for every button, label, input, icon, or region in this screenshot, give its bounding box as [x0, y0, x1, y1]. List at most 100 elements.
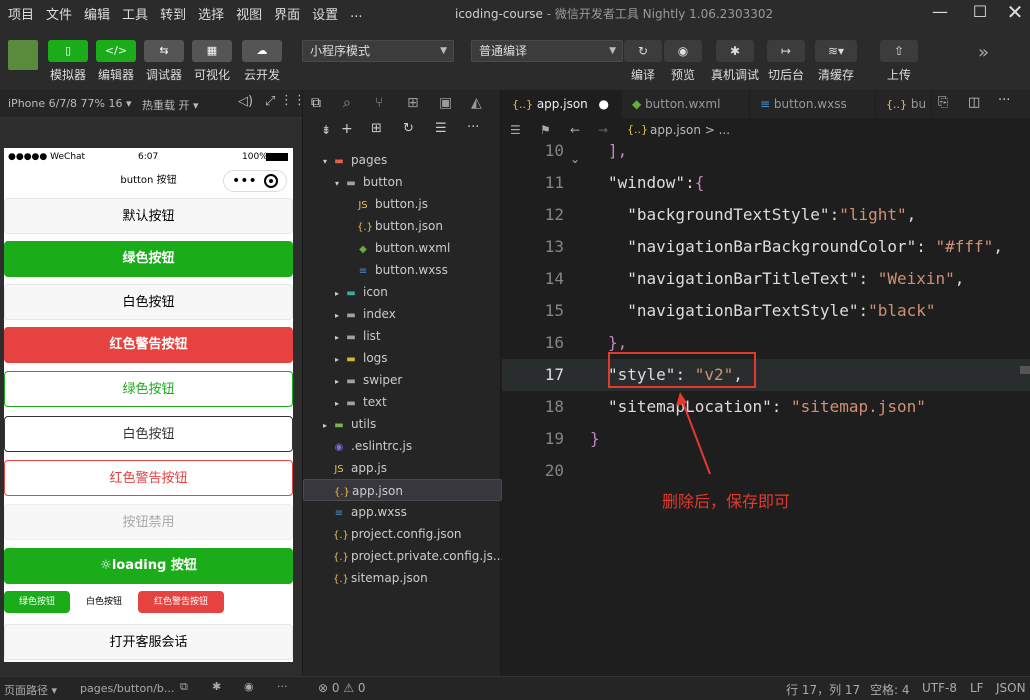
tree-item[interactable]: {.} app.json	[303, 479, 502, 501]
chevron-right-icon[interactable]: ▸	[335, 283, 345, 303]
code-line[interactable]: 19}	[502, 423, 1030, 455]
extensions-icon[interactable]: ⊞	[407, 95, 419, 111]
close-circle-icon[interactable]	[264, 174, 278, 188]
chevron-right-icon[interactable]: ▸	[335, 349, 345, 369]
chevron-right-icon[interactable]: ▸	[335, 371, 345, 391]
breadcrumb-path[interactable]: app.json > ...	[650, 118, 730, 142]
bug-icon[interactable]: ✱	[716, 40, 754, 62]
code-line[interactable]: 12 "backgroundTextStyle":"light",	[502, 199, 1030, 231]
scrollbar[interactable]	[1020, 366, 1030, 374]
menu-item[interactable]: 编辑	[80, 4, 114, 23]
code-line[interactable]: 11 "window":{	[502, 167, 1030, 199]
loading-button[interactable]: ☼loading 按钮	[4, 548, 293, 584]
tree-item[interactable]: {.} button.json	[303, 215, 502, 237]
background-button[interactable]: 切后台	[765, 66, 807, 83]
white-button[interactable]: 白色按钮	[4, 284, 293, 320]
tree-item[interactable]: JS button.js	[303, 193, 502, 215]
debugger-button[interactable]: 调试器	[144, 66, 184, 83]
warn-plain-button[interactable]: 红色警告按钮	[4, 460, 293, 496]
chevron-down-icon[interactable]: ▾	[323, 151, 333, 171]
menu-item[interactable]: 视图	[232, 4, 266, 23]
back-icon[interactable]: ←	[570, 118, 580, 142]
contact-button[interactable]: 打开客服会话	[4, 624, 293, 660]
bug-icon[interactable]: ✱	[212, 680, 221, 693]
split-editor-icon[interactable]: ◫	[968, 95, 980, 110]
default-button[interactable]: 默认按钮	[4, 198, 293, 234]
problems-indicator[interactable]: ⊗ 0 ⚠ 0	[318, 681, 366, 695]
files-icon[interactable]: ⧉	[311, 95, 321, 111]
compile-select[interactable]: 普通编译 ▼	[471, 40, 623, 62]
tree-item[interactable]: ▸ ▬ index	[303, 303, 502, 325]
tree-item[interactable]: {.} sitemap.json	[303, 567, 502, 589]
tree-item[interactable]: ≡ app.wxss	[303, 501, 502, 523]
chevron-right-icon[interactable]: ▸	[335, 327, 345, 347]
cloud-icon[interactable]: ☁	[242, 40, 282, 62]
more-icon[interactable]: ···	[467, 120, 479, 135]
preview-button[interactable]: 预览	[664, 66, 702, 83]
refresh-icon[interactable]: ↻	[624, 40, 662, 62]
menu-item[interactable]: 选择	[194, 4, 228, 23]
tree-item[interactable]: ◉ .eslintrc.js	[303, 435, 502, 457]
code-icon[interactable]: </>	[96, 40, 136, 62]
code-line[interactable]: 16},	[502, 327, 1030, 359]
clearcache-button[interactable]: 清缓存	[813, 66, 859, 83]
save-icon[interactable]: ▣	[439, 95, 452, 111]
switch-icon[interactable]: ↦	[767, 40, 805, 62]
tree-item[interactable]: ▾ ▬ pages	[303, 149, 502, 171]
chevron-down-icon[interactable]: ▾	[335, 173, 345, 193]
mini-white-button[interactable]: 白色按钮	[72, 591, 136, 613]
capsule-menu[interactable]: •••	[223, 170, 287, 192]
list-icon[interactable]: ☰	[510, 118, 521, 142]
git-icon[interactable]: ⑂	[375, 95, 383, 111]
green-plain-button[interactable]: 绿色按钮	[4, 371, 293, 407]
tree-item[interactable]: ◆ button.wxml	[303, 237, 502, 259]
chevron-right-icon[interactable]: ▸	[323, 415, 333, 435]
language-mode[interactable]: JSON	[996, 681, 1026, 695]
fullscreen-icon[interactable]: ⤢	[265, 94, 275, 109]
code-line[interactable]: 20	[502, 455, 1030, 487]
code-line[interactable]: 18 "sitemapLocation": "sitemap.json"	[502, 391, 1030, 423]
refresh-icon[interactable]: ↻	[403, 121, 414, 136]
indent-setting[interactable]: 空格: 4	[870, 681, 910, 698]
simulator-button[interactable]: 模拟器	[48, 66, 88, 83]
tab-button-wxml[interactable]: ◆ button.wxml	[622, 90, 750, 118]
cloud-button[interactable]: 云开发	[242, 66, 282, 83]
mini-warn-button[interactable]: 红色警告按钮	[138, 591, 224, 613]
tab-app-json[interactable]: {..} app.json ●	[502, 90, 622, 118]
unsaved-dot-icon[interactable]: ●	[599, 90, 609, 118]
fold-chevron-icon[interactable]: ⌄	[570, 152, 580, 166]
code-line[interactable]: 14 "navigationBarTitleText": "Weixin",	[502, 263, 1030, 295]
bookmark-icon[interactable]: ⚑	[540, 118, 551, 142]
menu-item[interactable]: ...	[346, 6, 366, 21]
phone-icon[interactable]: ▯	[48, 40, 88, 62]
menu-item[interactable]: 界面	[270, 4, 304, 23]
layout-icon[interactable]: ▦	[192, 40, 232, 62]
eye-icon[interactable]: ◉	[244, 680, 254, 693]
volume-icon[interactable]: ◁)	[238, 94, 253, 109]
collapse-icon[interactable]: ⇟	[321, 123, 331, 137]
menu-item[interactable]: 项目	[4, 4, 38, 23]
hotreload-toggle[interactable]: 热重载 开 ▾	[142, 97, 199, 113]
cursor-position[interactable]: 行 17，列 17	[786, 681, 860, 698]
menu-item[interactable]: 设置	[308, 4, 342, 23]
copy-icon[interactable]: ⧉	[180, 680, 188, 694]
code-line[interactable]: 13 "navigationBarBackgroundColor": "#fff…	[502, 231, 1030, 263]
tree-item[interactable]: {.} project.config.json	[303, 523, 502, 545]
sort-icon[interactable]: ☰	[435, 121, 447, 136]
forward-icon[interactable]: →	[598, 118, 608, 142]
mini-green-button[interactable]: 绿色按钮	[4, 591, 70, 613]
page-path-select[interactable]: 页面路径 ▾	[4, 682, 57, 698]
new-file-icon[interactable]: +	[341, 121, 353, 137]
search-icon[interactable]: ⌕	[343, 95, 351, 111]
code-line[interactable]: 15 "navigationBarTextStyle":"black"	[502, 295, 1030, 327]
tab-button-json[interactable]: {..} bu	[876, 90, 932, 118]
tree-item[interactable]: JS app.js	[303, 457, 502, 479]
docker-icon[interactable]: ◭	[471, 95, 482, 111]
white-plain-button[interactable]: 白色按钮	[4, 416, 293, 452]
more-icon[interactable]: »	[978, 42, 989, 63]
editor-button[interactable]: 编辑器	[96, 66, 136, 83]
menu-item[interactable]: 转到	[156, 4, 190, 23]
avatar[interactable]	[8, 40, 38, 70]
minimize-icon[interactable]: —	[920, 0, 960, 26]
tree-item[interactable]: ▸ ▬ icon	[303, 281, 502, 303]
